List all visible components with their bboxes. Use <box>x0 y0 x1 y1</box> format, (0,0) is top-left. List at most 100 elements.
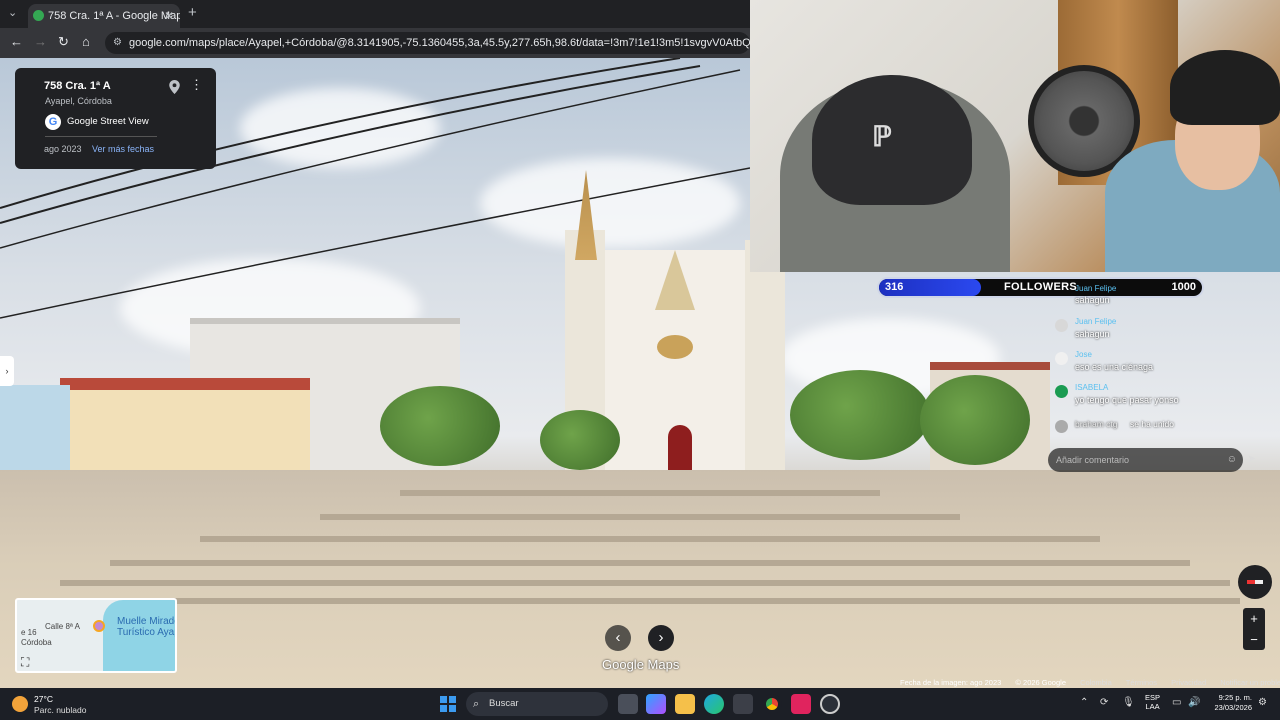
weather-temp: 27°C <box>34 694 53 704</box>
send-icon[interactable]: ➤ <box>1247 452 1256 465</box>
zoom-in-button[interactable]: + <box>1243 608 1265 629</box>
country-link[interactable]: Colombia <box>1080 678 1112 687</box>
source-label: Google Street View <box>67 116 149 127</box>
new-tab-button[interactable]: + <box>188 4 197 21</box>
url-field[interactable]: ⚙ google.com/maps/place/Ayapel,+Córdoba/… <box>105 32 750 54</box>
weather-partly-cloudy-icon <box>12 696 28 712</box>
google-maps-logo: Google Maps <box>602 657 680 672</box>
language-code: ESP <box>1145 693 1161 702</box>
more-options-icon[interactable]: ⋮ <box>190 78 203 91</box>
next-arrow-button[interactable]: › <box>648 625 674 651</box>
edge-icon[interactable] <box>704 694 724 714</box>
chat-username: Juan Felipe <box>1075 317 1117 326</box>
minimap-street-label: Córdoba <box>21 638 52 647</box>
map-pin-icon[interactable] <box>169 80 180 94</box>
copyright-text: © 2026 Google <box>1015 678 1066 687</box>
chat-avatar <box>1055 319 1068 332</box>
taskbar-search-label: Buscar <box>489 698 519 709</box>
screen: ⌄ 758 Cra. 1ª A - Google Maps ✕ + ← → ↻ … <box>0 0 1280 720</box>
zoom-control: + − <box>1243 608 1265 650</box>
joined-text: se ha unido <box>1130 419 1174 429</box>
chat-text: yo tengo que pasar yonso <box>1075 395 1179 405</box>
capture-date: ago 2023 <box>44 144 82 154</box>
close-tab-icon[interactable]: ✕ <box>164 4 174 28</box>
forward-button[interactable]: → <box>34 34 47 49</box>
plaza-steps <box>0 470 1280 688</box>
minimap-street-label: Calle 8ª A <box>45 622 80 631</box>
language-indicator[interactable]: ESP LAA <box>1145 693 1160 711</box>
map-footer: Fecha de la imagen: ago 2023 © 2026 Goog… <box>900 678 1280 688</box>
street-view-source: G Google Street View <box>45 113 149 131</box>
system-clock[interactable]: 9:25 p. m. 23/03/2026 <box>1208 693 1252 713</box>
chat-avatar <box>1055 385 1068 398</box>
chat-text: sahagun <box>1075 329 1110 339</box>
zoom-out-button[interactable]: − <box>1243 629 1265 650</box>
emoji-icon[interactable]: ☺ <box>1227 448 1237 472</box>
copilot-icon[interactable] <box>646 694 666 714</box>
minimap[interactable]: Calle 8ª A e 16 Córdoba Muelle Mirado Tu… <box>15 598 177 673</box>
notifications-icon[interactable]: ⚙ <box>1258 697 1267 708</box>
followers-current: 316 <box>885 281 904 293</box>
tray-overflow-icon[interactable]: ⌃ <box>1080 697 1088 708</box>
network-icon[interactable]: ▭ <box>1172 697 1181 708</box>
browser-tab-bar: ⌄ 758 Cra. 1ª A - Google Maps ✕ + <box>0 0 750 28</box>
search-icon: ⌕ <box>473 698 480 710</box>
poi-marker-icon[interactable] <box>93 620 105 632</box>
terms-link[interactable]: Términos <box>1126 678 1157 687</box>
joined-username: braham ctg <box>1075 419 1118 429</box>
chat-text: sahagun <box>1075 295 1110 305</box>
google-maps-favicon-icon <box>33 10 44 21</box>
chat-username: Jose <box>1075 350 1092 359</box>
weather-desc: Parc. nublado <box>34 705 87 715</box>
tab-search-menu[interactable]: ⌄ <box>8 6 17 19</box>
chat-username: Juan Felipe <box>1075 284 1117 293</box>
home-button[interactable]: ⌂ <box>82 34 90 49</box>
clock-date: 23/03/2026 <box>1214 703 1252 712</box>
chat-avatar <box>1055 352 1068 365</box>
minimap-street-label: e 16 <box>21 628 37 637</box>
tree <box>540 410 620 470</box>
task-view-icon[interactable] <box>618 694 638 714</box>
site-info-icon[interactable]: ⚙ <box>113 32 122 54</box>
image-date-text: Fecha de la imagen: ago 2023 <box>900 678 1002 687</box>
file-explorer-icon[interactable] <box>675 694 695 714</box>
black-cap <box>1170 50 1280 125</box>
chrome-icon[interactable] <box>762 694 782 714</box>
black-cap: ℙ <box>812 75 972 205</box>
tree <box>380 386 500 466</box>
browser-tab[interactable]: 758 Cra. 1ª A - Google Maps ✕ <box>28 4 180 28</box>
sync-icon[interactable]: ⟳ <box>1100 697 1108 708</box>
reload-button[interactable]: ↻ <box>58 34 69 50</box>
clock-time: 9:25 p. m. <box>1218 693 1252 702</box>
google-g-icon: G <box>45 114 61 130</box>
card-divider <box>45 136 157 137</box>
tiktok-icon[interactable] <box>791 694 811 714</box>
tab-title: 758 Cra. 1ª A - Google Maps <box>48 10 180 22</box>
back-button[interactable]: ← <box>10 34 23 49</box>
address-title: 758 Cra. 1ª A <box>44 80 111 92</box>
more-dates-link[interactable]: Ver más fechas <box>92 144 154 154</box>
address-bar-row: ← → ↻ ⌂ ⚙ google.com/maps/place/Ayapel,+… <box>0 28 750 58</box>
previous-arrow-button[interactable]: ‹ <box>605 625 631 651</box>
windows-start-icon[interactable] <box>440 696 456 712</box>
windows-taskbar: 27°C Parc. nublado ⌕ Buscar ⌃ ⟳ 🎙 ESP LA… <box>0 688 1280 720</box>
expand-map-icon[interactable]: ⛶ <box>21 655 29 670</box>
volume-icon[interactable]: 🔊 <box>1188 697 1200 708</box>
store-icon[interactable] <box>733 694 753 714</box>
chat-text: eso es una ciénaga <box>1075 362 1154 372</box>
taskbar-search[interactable]: ⌕ Buscar <box>466 692 608 716</box>
tree <box>790 370 930 460</box>
tree <box>920 375 1030 465</box>
app-icon[interactable] <box>820 694 840 714</box>
microphone-icon[interactable]: 🎙 <box>1122 697 1135 708</box>
compass-button[interactable] <box>1238 565 1272 599</box>
poi-label[interactable]: Muelle Mirado Turístico Ayap <box>117 616 175 638</box>
compass-needle-icon <box>1247 580 1263 584</box>
chat-comment-input[interactable]: Añadir comentario ☺ <box>1048 448 1243 472</box>
keyboard-layout: LAA <box>1145 702 1160 711</box>
cap-logo-icon: ℙ <box>872 121 892 152</box>
address-locality: Ayapel, Córdoba <box>45 96 112 106</box>
privacy-link[interactable]: Privacidad <box>1171 678 1206 687</box>
side-panel-toggle[interactable]: › <box>0 356 14 386</box>
report-problem-link[interactable]: Notificar un problema <box>1220 678 1280 687</box>
